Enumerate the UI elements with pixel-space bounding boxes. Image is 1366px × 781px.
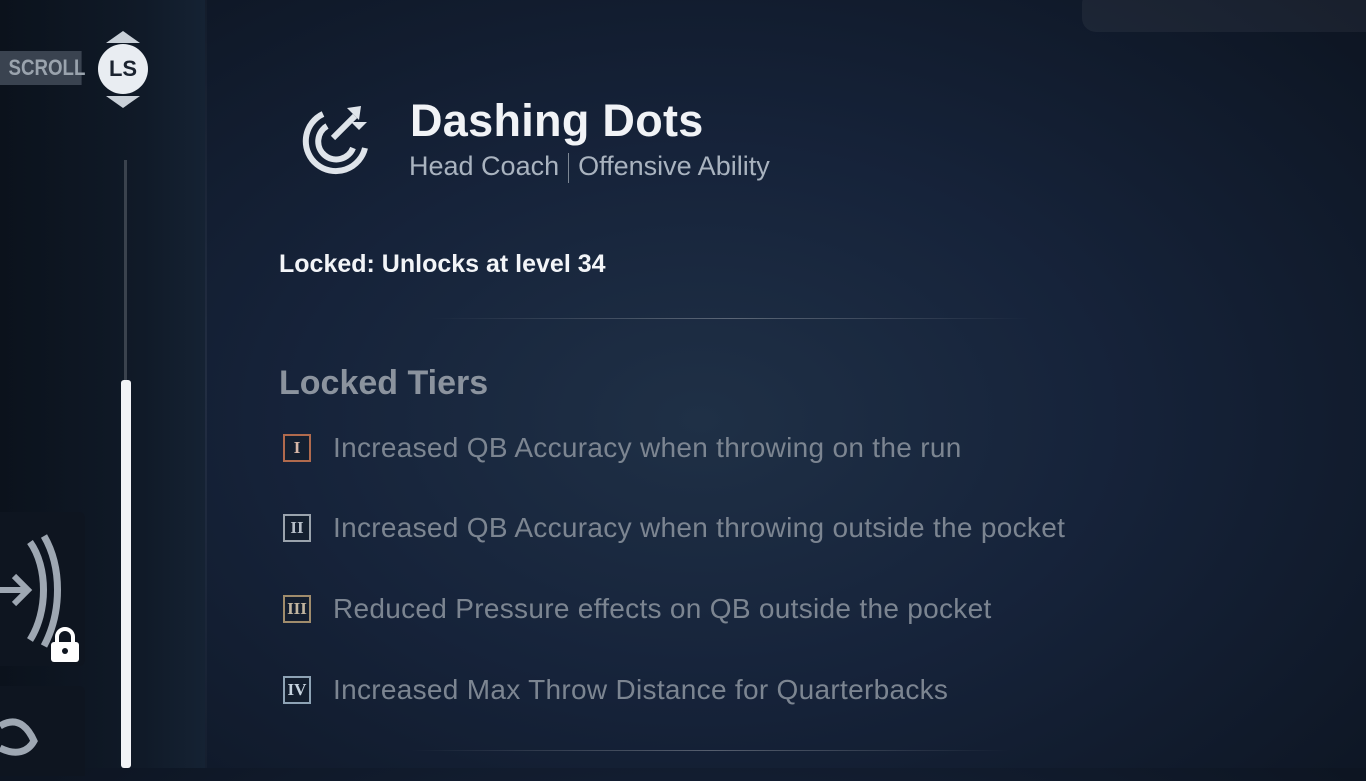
section-divider bbox=[430, 318, 1030, 319]
tier-badge: IV bbox=[283, 676, 311, 704]
section-divider bbox=[410, 750, 1010, 751]
scroll-hint-label: SCROLL bbox=[0, 51, 85, 85]
tier-badge: II bbox=[283, 514, 311, 542]
tier-row: III Reduced Pressure effects on QB outsi… bbox=[283, 591, 992, 627]
scroll-up-icon bbox=[106, 31, 140, 43]
ability-role: Head Coach bbox=[409, 151, 560, 181]
tier-description: Increased QB Accuracy when throwing outs… bbox=[333, 512, 1066, 543]
tier-description: Increased QB Accuracy when throwing on t… bbox=[333, 432, 962, 463]
subtitle-separator bbox=[568, 152, 570, 183]
lock-icon bbox=[51, 627, 79, 662]
ability-title: Dashing Dots bbox=[410, 95, 704, 146]
rail-divider bbox=[205, 0, 207, 768]
tier-description: Increased Max Throw Distance for Quarter… bbox=[333, 674, 949, 705]
top-right-panel bbox=[1082, 0, 1366, 32]
ls-stick-button[interactable]: LS bbox=[98, 44, 148, 94]
locked-tiers-heading: Locked Tiers bbox=[279, 364, 489, 402]
tier-row: I Increased QB Accuracy when throwing on… bbox=[283, 430, 962, 466]
ability-type: Offensive Ability bbox=[578, 151, 770, 181]
tier-description: Reduced Pressure effects on QB outside t… bbox=[333, 593, 992, 624]
ability-glyph-icon bbox=[0, 718, 38, 756]
tier-row: II Increased QB Accuracy when throwing o… bbox=[283, 510, 1065, 546]
tier-badge: III bbox=[283, 595, 311, 623]
target-arrow-icon bbox=[302, 106, 368, 175]
scroll-down-icon bbox=[106, 96, 140, 108]
scroll-thumb[interactable] bbox=[121, 380, 131, 768]
ability-subtitle: Head Coach Offensive Ability bbox=[409, 151, 770, 183]
ability-tile[interactable] bbox=[0, 686, 85, 776]
tier-badge: I bbox=[283, 434, 311, 462]
tier-row: IV Increased Max Throw Distance for Quar… bbox=[283, 672, 948, 708]
locked-status-message: Locked: Unlocks at level 34 bbox=[279, 250, 606, 278]
